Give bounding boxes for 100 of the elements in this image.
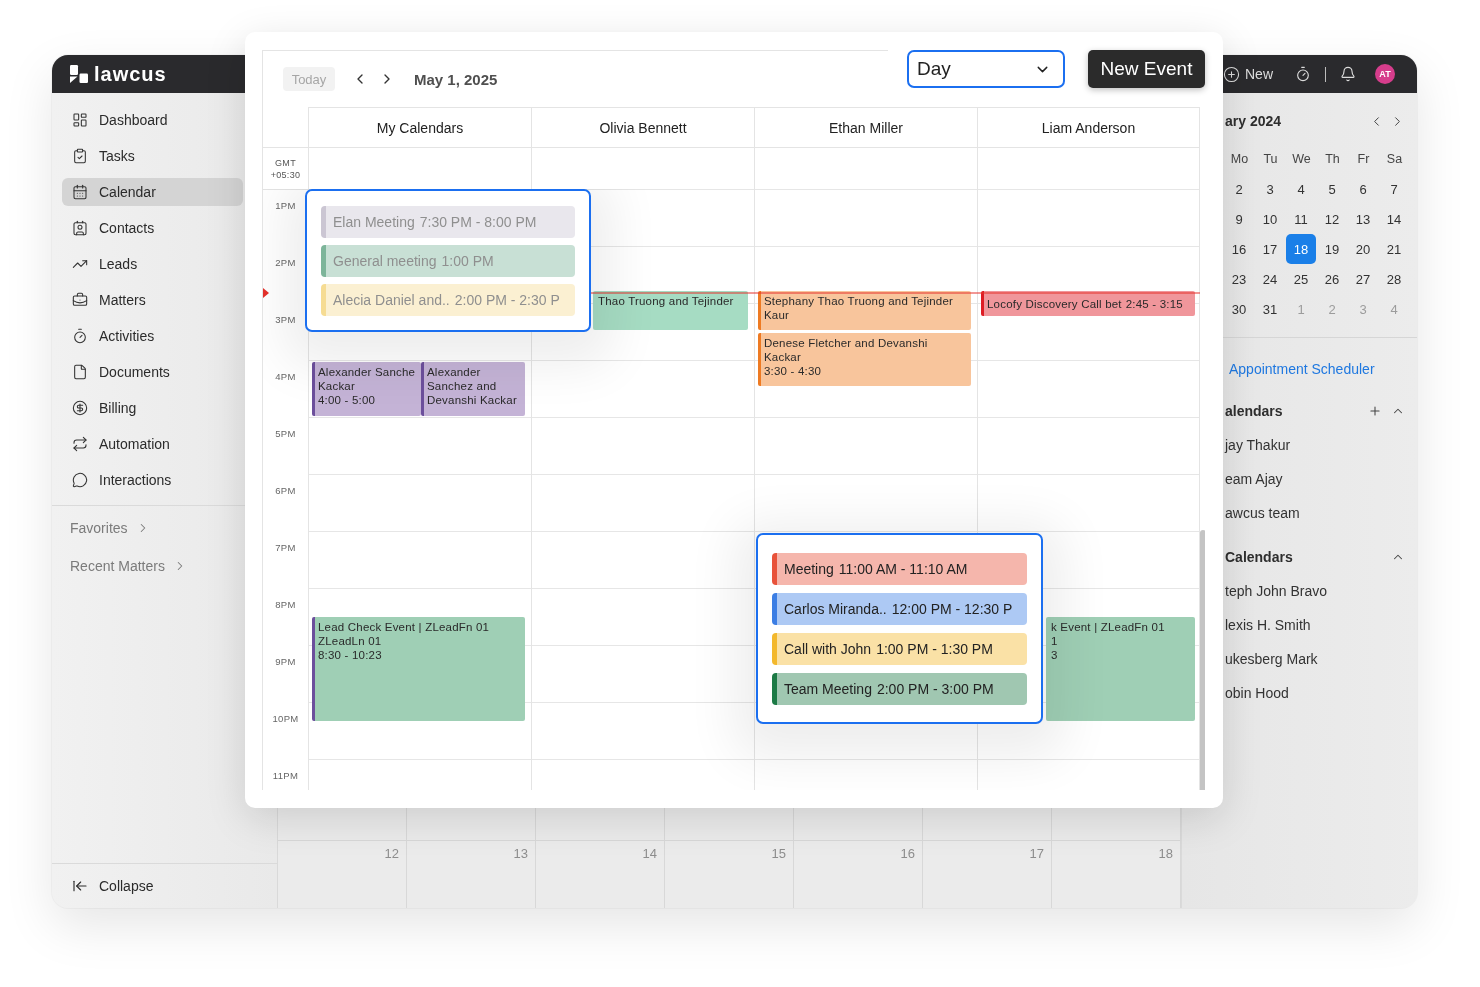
date-cell[interactable]: 28 — [1379, 264, 1409, 294]
event-title: Stephany Thao Truong and Tejinder Kaur — [764, 294, 954, 322]
date-cell[interactable]: 14 — [1379, 204, 1409, 234]
event-title: Alexander Sanche Kackar — [318, 365, 416, 393]
date-cell[interactable]: 17 — [1255, 234, 1285, 264]
popover-event[interactable]: Meeting 11:00 AM - 11:10 AM — [772, 552, 1027, 585]
day-number: 12 — [384, 846, 399, 861]
date-cell[interactable]: 16 — [1224, 234, 1254, 264]
calendar-group-title: alendars — [1225, 403, 1283, 419]
date-cell[interactable]: 5 — [1317, 174, 1347, 204]
date-cell[interactable]: 11 — [1286, 204, 1316, 234]
repeat-arrows-icon — [72, 436, 88, 452]
date-cell[interactable]: 21 — [1379, 234, 1409, 264]
hour-label: 7PM — [275, 542, 296, 555]
calendar-event[interactable]: k Event | ZLeadFn 01 1 3 — [1046, 617, 1195, 721]
sidebar-item[interactable]: Documents — [62, 358, 243, 386]
date-cell[interactable]: 19 — [1317, 234, 1347, 264]
column-header: Ethan Miller — [754, 107, 977, 147]
date-cell[interactable]: 9 — [1224, 204, 1254, 234]
sidebar-section-link[interactable]: Favorites — [70, 514, 150, 542]
date-cell[interactable]: 6 — [1348, 174, 1378, 204]
date-cell[interactable]: 13 — [1348, 204, 1378, 234]
sidebar-item[interactable]: Interactions — [62, 466, 243, 494]
date-cell[interactable]: 30 — [1224, 294, 1254, 324]
column-header: Liam Anderson — [977, 107, 1200, 147]
date-cell[interactable]: 27 — [1348, 264, 1378, 294]
event-title: Elan Meeting — [333, 213, 415, 230]
date-cell[interactable]: 20 — [1348, 234, 1378, 264]
calendar-event[interactable]: Lead Check Event | ZLeadFn 01 ZLeadLn 01 8:30 - 10:23 — [312, 617, 525, 721]
date-cell[interactable]: 3 — [1255, 174, 1285, 204]
date-cell[interactable]: 31 — [1255, 294, 1285, 324]
day-number: 18 — [1158, 846, 1173, 861]
column-header: Olivia Bennett — [531, 107, 754, 147]
stopwatch-icon[interactable] — [1295, 66, 1311, 82]
date-cell[interactable]: 7 — [1379, 174, 1409, 204]
sidebar-item[interactable]: Automation — [62, 430, 243, 458]
plus-icon[interactable] — [1368, 404, 1382, 418]
view-dropdown[interactable]: Day — [907, 50, 1065, 88]
popover-event[interactable]: Team Meeting 2:00 PM - 3:00 PM — [772, 672, 1027, 705]
sidebar-item[interactable]: Calendar — [62, 178, 243, 206]
day-number: 13 — [513, 846, 528, 861]
sidebar-item[interactable]: Dashboard — [62, 106, 243, 134]
date-cell[interactable]: 23 — [1224, 264, 1254, 294]
calendar-event[interactable]: Locofy Discovery Call bet 2:45 - 3:15 — [981, 291, 1195, 316]
weekday-label: Tu — [1262, 151, 1279, 168]
calendar-event[interactable]: Stephany Thao Truong and Tejinder Kaur — [758, 291, 971, 330]
sidebar-item[interactable]: Leads — [62, 250, 243, 278]
date-cell[interactable]: 26 — [1317, 264, 1347, 294]
hour-label: 1PM — [275, 200, 296, 213]
stopwatch-icon — [72, 328, 88, 344]
hour-label: 9PM — [275, 656, 296, 669]
calendar-event[interactable]: Thao Truong and Tejinder — [593, 291, 748, 330]
event-title: Carlos Miranda.. — [784, 600, 887, 617]
date-cell[interactable]: 10 — [1255, 204, 1285, 234]
sidebar-item[interactable]: Contacts — [62, 214, 243, 242]
event-time: 4:00 - 5:00 — [318, 393, 376, 407]
calendar-list-item[interactable]: teph John Bravo — [1225, 574, 1327, 608]
calendar-event[interactable]: Alexander Sanche Kackar 4:00 - 5:00 — [312, 362, 421, 416]
month-title: ary 2024 — [1225, 113, 1282, 129]
calendar-list-item[interactable]: awcus team — [1225, 496, 1300, 530]
grid-icon — [72, 112, 88, 128]
calendar-list-item[interactable]: eam Ajay — [1225, 462, 1283, 496]
hour-label: 10PM — [272, 713, 299, 726]
date-cell[interactable]: 25 — [1286, 264, 1316, 294]
hour-label: 11PM — [272, 770, 299, 783]
weekday-label: Fr — [1356, 151, 1371, 168]
calendar-list-item[interactable]: ukesberg Mark — [1225, 642, 1318, 676]
clipboard-check-icon — [72, 148, 88, 164]
date-cell[interactable]: 4 — [1286, 174, 1316, 204]
calendar-event[interactable]: Alexander Sanchez and Devanshi Kackar — [421, 362, 525, 416]
popover-event[interactable]: Carlos Miranda.. 12:00 PM - 12:30 P — [772, 592, 1027, 625]
date-cell[interactable]: 2 — [1224, 174, 1254, 204]
scrollbar-thumb[interactable] — [1200, 530, 1205, 790]
sidebar-item[interactable]: Activities — [62, 322, 243, 350]
new-event-button[interactable]: New Event — [1088, 50, 1205, 88]
calendar-list-item[interactable]: obin Hood — [1225, 676, 1289, 710]
popover-event[interactable]: Call with John 1:00 PM - 1:30 PM — [772, 632, 1027, 665]
event-time: 8:30 - 10:23 — [318, 648, 382, 662]
bell-icon[interactable] — [1340, 66, 1356, 82]
date-cell[interactable]: 12 — [1317, 204, 1347, 234]
logo-icon — [70, 65, 88, 83]
event-title: Thao Truong and Tejinder — [598, 294, 734, 308]
collapse-button[interactable]: Collapse — [72, 878, 154, 894]
sidebar-item[interactable]: Tasks — [62, 142, 243, 170]
date-cell[interactable]: 18 — [1286, 234, 1316, 264]
calendar-event[interactable]: Denese Fletcher and Devanshi Kackar 3:30 - 4:30 — [758, 333, 971, 386]
chat-bubble-icon — [72, 472, 88, 488]
day-number: 15 — [771, 846, 786, 861]
event-time: 1:00 PM - 1:30 PM — [876, 640, 993, 657]
new-button[interactable]: New — [1223, 65, 1273, 83]
user-avatar[interactable]: AT — [1375, 64, 1395, 84]
calendar-list-item[interactable]: jay Thakur — [1225, 428, 1291, 462]
sidebar-item[interactable]: Billing — [62, 394, 243, 422]
sidebar-item[interactable]: Matters — [62, 286, 243, 314]
document-icon — [72, 364, 88, 380]
date-cell[interactable]: 24 — [1255, 264, 1285, 294]
appointment-scheduler-link[interactable]: Appointment Scheduler — [1229, 359, 1375, 379]
calendar-list-item[interactable]: lexis H. Smith — [1225, 608, 1311, 642]
event-title: General meeting — [333, 252, 437, 269]
sidebar-section-link[interactable]: Recent Matters — [70, 552, 187, 580]
